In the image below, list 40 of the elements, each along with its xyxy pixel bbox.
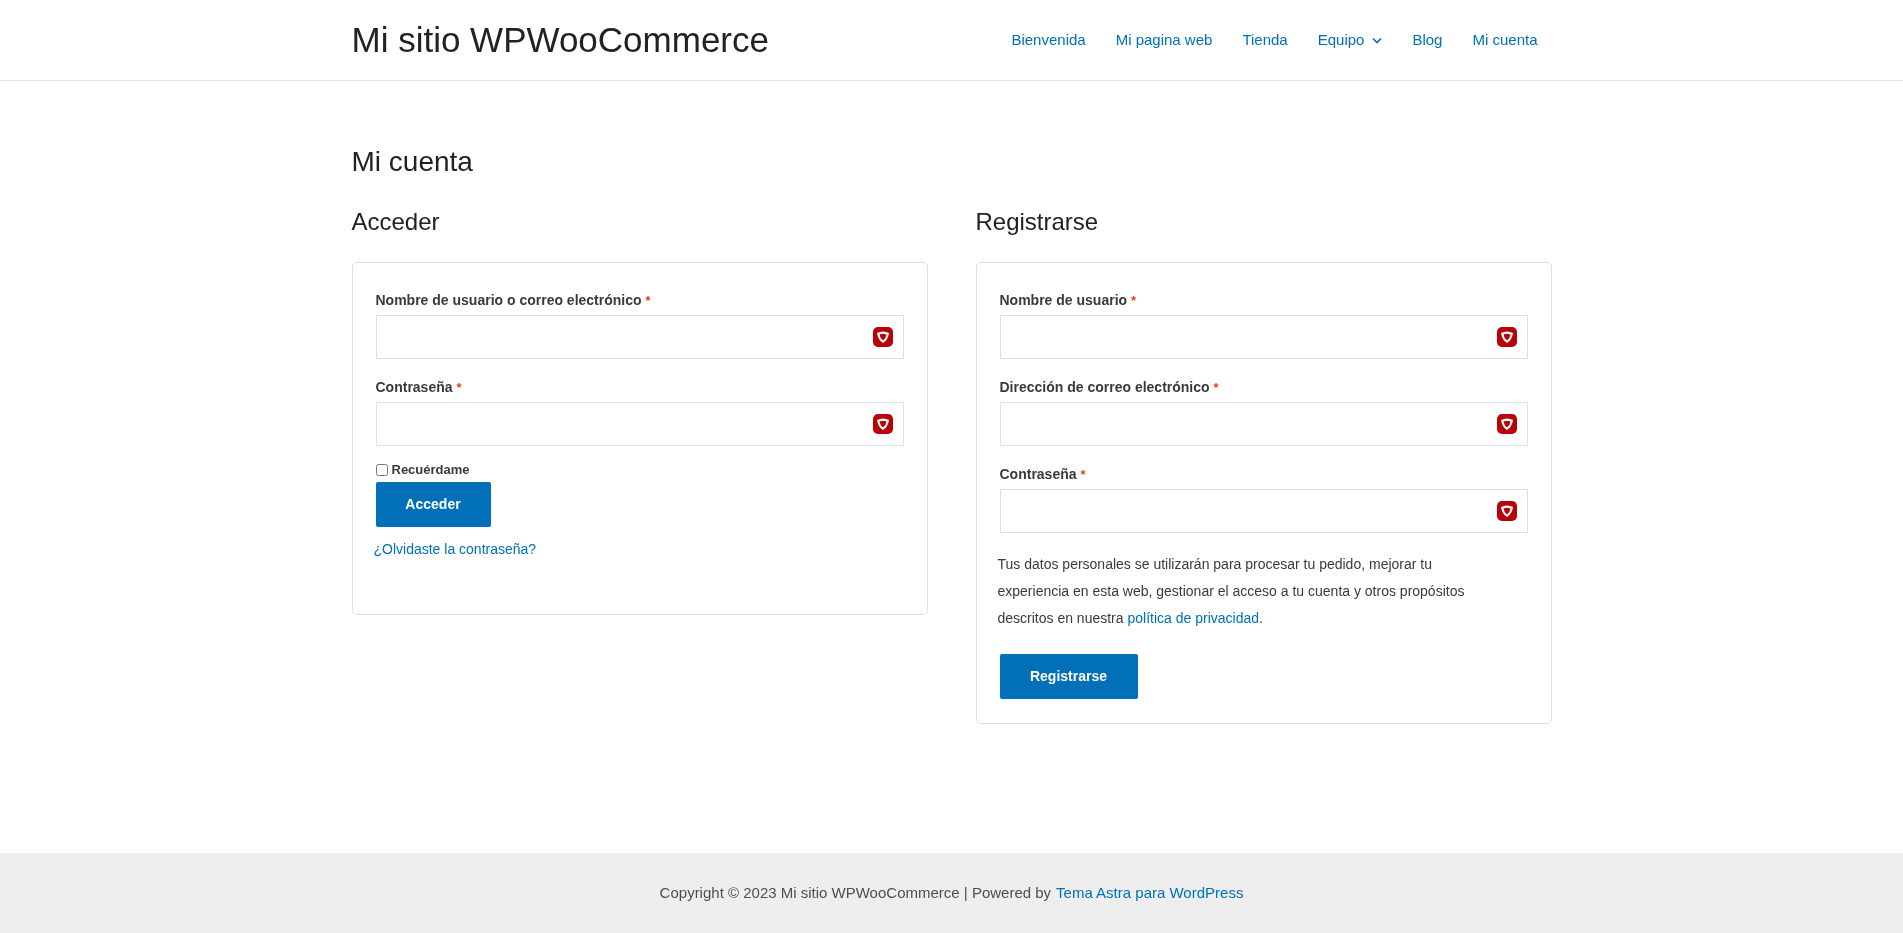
input-field[interactable] [999, 315, 1528, 359]
field-label: Nombre de usuario [999, 291, 1128, 310]
required-mark: * [1131, 291, 1137, 310]
login-button[interactable]: Acceder [375, 481, 491, 527]
section-heading: Acceder [351, 207, 441, 237]
remember-checkbox[interactable] [375, 463, 388, 476]
input-field[interactable] [999, 402, 1528, 446]
input-field[interactable] [375, 402, 904, 446]
shield-icon[interactable] [1496, 501, 1517, 521]
shield-icon[interactable] [872, 414, 893, 434]
nav-link[interactable]: Tienda [1242, 28, 1288, 52]
section-heading: Registrarse [975, 207, 1100, 237]
required-mark: * [1213, 378, 1219, 397]
nav-link[interactable]: Equipo [1317, 28, 1383, 52]
checkbox-label: Recuérdame [391, 461, 470, 479]
shield-icon[interactable] [872, 327, 893, 347]
required-mark: * [645, 291, 651, 310]
register-button[interactable]: Registrarse [999, 654, 1138, 699]
privacy-policy-link[interactable]: política de privacidad [1127, 610, 1259, 626]
page-title: Mi cuenta [351, 145, 474, 179]
nav-link[interactable]: Mi pagina web [1115, 28, 1213, 52]
site-title[interactable]: Mi sitio WPWooCommerce [351, 13, 769, 67]
privacy-notice: Tus datos personales se utilizarán para procesar tu pedido, mejorar tu experiencia en esta web, gestionar el acceso a tu cuenta y otros propósitos descritos en nuestra política de privacidad. [997, 555, 1466, 628]
shield-icon[interactable] [1496, 414, 1517, 434]
field-label: Contraseña [999, 465, 1077, 484]
field-label: Contraseña [375, 378, 453, 397]
required-mark: * [1080, 465, 1086, 484]
nav-link[interactable]: Mi cuenta [1472, 28, 1538, 52]
copyright-text: Copyright © 2023 Mi sitio WPWooCommerce | Powered by [659, 882, 1052, 903]
field-label: Dirección de correo electrónico [999, 378, 1210, 397]
nav-link[interactable]: Bienvenida [1011, 28, 1086, 52]
lost-password-link[interactable]: ¿Olvidaste la contraseña? [373, 538, 537, 560]
field-label: Nombre de usuario o correo electrónico [375, 291, 642, 310]
shield-icon[interactable] [1496, 327, 1517, 347]
theme-link[interactable]: Tema Astra para WordPress [1056, 881, 1244, 905]
input-field[interactable] [999, 489, 1528, 533]
input-field[interactable] [375, 315, 904, 359]
required-mark: * [456, 378, 462, 397]
nav-link[interactable]: Blog [1412, 28, 1443, 52]
chevron-down-icon [1372, 36, 1383, 44]
